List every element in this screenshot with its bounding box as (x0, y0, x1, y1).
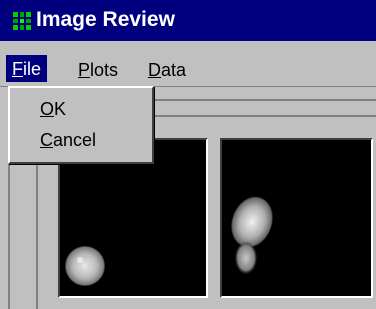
menu-item-ok-label: K (54, 99, 67, 119)
cell-image-2 (231, 196, 273, 274)
menu-data-label: ata (161, 60, 187, 80)
file-menu-dropdown: OK Cancel (8, 86, 154, 164)
menu-file[interactable]: File (6, 55, 48, 82)
menu-file-mnemonic: F (12, 59, 23, 79)
menu-item-ok[interactable]: OK (40, 98, 66, 120)
menu-item-cancel-label: ancel (53, 130, 97, 150)
image-panel-2[interactable] (220, 138, 373, 298)
menu-item-cancel-mnemonic: C (40, 130, 53, 150)
title-bar: Image Review (0, 0, 376, 41)
menu-plots[interactable]: Plots (78, 59, 118, 81)
menu-data[interactable]: Data (148, 59, 186, 81)
app-grid-icon (12, 11, 32, 31)
menu-plots-mnemonic: P (78, 60, 91, 80)
menu-plots-label: lots (90, 60, 119, 80)
menu-bar (0, 41, 376, 87)
menu-item-cancel[interactable]: Cancel (40, 129, 96, 151)
menu-item-ok-mnemonic: O (40, 99, 55, 119)
window-title: Image Review (36, 8, 175, 31)
menu-file-label: ile (23, 59, 42, 79)
menu-data-mnemonic: D (148, 60, 161, 80)
